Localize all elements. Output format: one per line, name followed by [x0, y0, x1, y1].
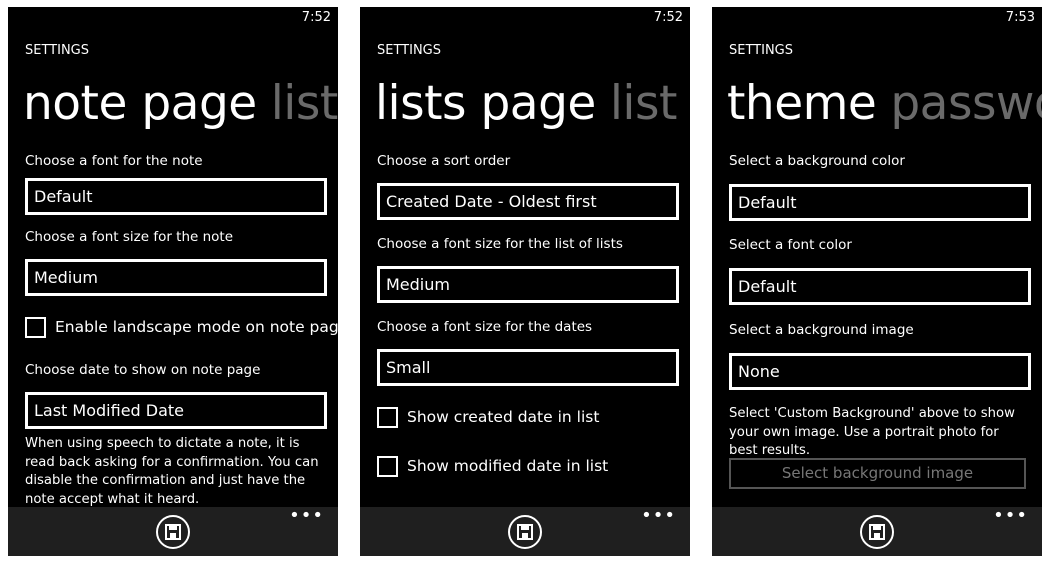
status-time: 7:52: [301, 10, 331, 25]
save-button[interactable]: [156, 515, 190, 549]
select-background-image-button[interactable]: Select background image: [729, 458, 1026, 489]
dates-font-size-picker[interactable]: Small: [377, 349, 679, 386]
phone-screen-note-page: 7:52 SETTINGS note page lists Choose a fo…: [8, 7, 338, 556]
status-time: 7:53: [1005, 10, 1035, 25]
dates-font-size-label: Choose a font size for the dates: [377, 319, 593, 335]
sort-order-picker[interactable]: Created Date - Oldest first: [377, 183, 679, 220]
font-picker[interactable]: Default: [25, 178, 327, 215]
more-button[interactable]: •••: [993, 507, 1028, 525]
font-size-label: Choose a font size for the note: [25, 229, 234, 245]
more-button[interactable]: •••: [289, 507, 324, 525]
pivot-header: themepasswor: [727, 74, 1042, 134]
save-button[interactable]: [860, 515, 894, 549]
app-bar: •••: [8, 507, 338, 556]
save-button[interactable]: [508, 515, 542, 549]
phone-screen-lists-page: 7:52 SETTINGS lists page list p Choose a …: [360, 7, 690, 556]
landscape-label: Enable landscape mode on note page: [55, 318, 338, 336]
phone-screen-theme: 7:53 SETTINGS themepasswor Select a back…: [712, 7, 1042, 556]
save-icon: [869, 524, 885, 540]
date-label: Choose date to show on note page: [25, 362, 261, 378]
bg-image-label: Select a background image: [729, 322, 914, 338]
font-size-picker[interactable]: Medium: [25, 259, 327, 296]
app-bar: •••: [360, 507, 690, 556]
bg-hint-text: Select 'Custom Background' above to show…: [729, 406, 1015, 458]
pivot-item-lists-page[interactable]: lists page: [375, 76, 596, 131]
pivot-header: note page lists: [23, 74, 338, 134]
app-title: SETTINGS: [377, 43, 442, 58]
pivot-item-theme[interactable]: theme: [727, 76, 877, 131]
save-icon: [165, 524, 181, 540]
sort-order-label: Choose a sort order: [377, 153, 511, 169]
show-modified-label: Show modified date in list: [407, 457, 609, 475]
pivot-item-password[interactable]: passwor: [890, 76, 1042, 131]
font-color-picker[interactable]: Default: [729, 268, 1031, 305]
show-created-label: Show created date in list: [407, 408, 600, 426]
pivot-header: lists page list p: [375, 74, 690, 134]
app-title: SETTINGS: [729, 43, 794, 58]
more-button[interactable]: •••: [641, 507, 676, 525]
checkbox-box[interactable]: [25, 317, 46, 338]
bg-image-picker[interactable]: None: [729, 353, 1031, 390]
bg-color-picker[interactable]: Default: [729, 184, 1031, 221]
pivot-item-list-p[interactable]: list p: [610, 76, 690, 131]
font-color-label: Select a font color: [729, 237, 852, 253]
app-title: SETTINGS: [25, 43, 90, 58]
font-label: Choose a font for the note: [25, 153, 203, 169]
pivot-item-note-page[interactable]: note page: [23, 76, 257, 131]
app-bar: •••: [712, 507, 1042, 556]
pivot-item-lists[interactable]: lists: [271, 76, 338, 131]
speech-info-text: When using speech to dictate a note, it …: [25, 436, 319, 507]
status-time: 7:52: [653, 10, 683, 25]
date-picker[interactable]: Last Modified Date: [25, 392, 327, 429]
lists-font-size-label: Choose a font size for the list of lists: [377, 236, 623, 252]
lists-font-size-picker[interactable]: Medium: [377, 266, 679, 303]
save-icon: [517, 524, 533, 540]
checkbox-box[interactable]: [377, 456, 398, 477]
bg-color-label: Select a background color: [729, 153, 905, 169]
checkbox-box[interactable]: [377, 407, 398, 428]
